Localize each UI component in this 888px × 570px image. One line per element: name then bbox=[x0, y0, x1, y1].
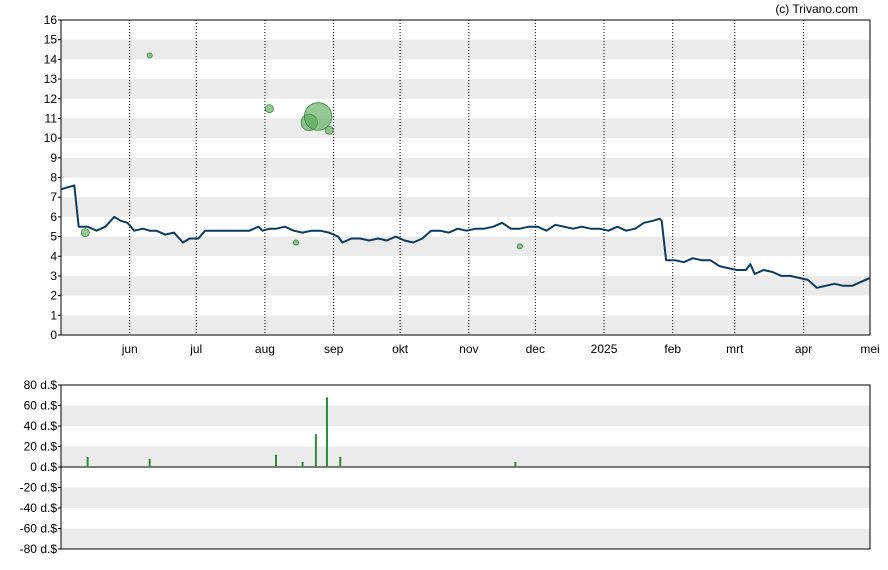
x-tick-label: 2025 bbox=[591, 342, 618, 356]
price-grid-band bbox=[61, 39, 870, 60]
price-grid-band bbox=[61, 197, 870, 217]
y-tick-label: 14 bbox=[44, 52, 58, 66]
x-tick-label: apr bbox=[795, 342, 812, 356]
y-tick-label: 1 bbox=[50, 308, 57, 322]
price-grid-band bbox=[61, 315, 870, 335]
y-tick-label: 16 bbox=[44, 13, 58, 27]
volume-bar bbox=[314, 434, 317, 467]
volume-y-tick-label: 0 d.$ bbox=[30, 460, 57, 474]
price-panel: jun jul aug sep okt nov dec 2025 feb mrt apr mei012… bbox=[44, 13, 880, 356]
insider-bubble bbox=[292, 239, 299, 246]
y-tick-label: 13 bbox=[44, 72, 58, 86]
y-tick-label: 10 bbox=[44, 131, 58, 145]
insider-bubble bbox=[264, 104, 274, 113]
volume-bar bbox=[339, 456, 342, 467]
insider-bubble bbox=[324, 125, 334, 135]
x-tick-label: mrt bbox=[726, 342, 744, 356]
y-tick-label: 5 bbox=[50, 230, 57, 244]
x-tick-label: jul bbox=[189, 342, 202, 356]
y-tick-label: 8 bbox=[50, 171, 57, 185]
y-tick-label: 6 bbox=[50, 210, 57, 224]
x-tick-label: dec bbox=[526, 342, 545, 356]
volume-bar bbox=[86, 456, 89, 467]
x-tick-label: feb bbox=[664, 342, 681, 356]
price-grid-band bbox=[61, 275, 870, 296]
x-tick-label: jun bbox=[121, 342, 138, 356]
volume-grid-band bbox=[61, 528, 870, 549]
price-grid-band bbox=[61, 79, 870, 99]
volume-y-tick-label: 20 d.$ bbox=[24, 440, 58, 454]
price-grid-band bbox=[61, 236, 870, 257]
volume-grid-band bbox=[61, 487, 870, 508]
insider-bubble bbox=[80, 228, 90, 238]
x-tick-label: nov bbox=[459, 342, 478, 356]
volume-bar bbox=[301, 461, 304, 467]
y-tick-label: 9 bbox=[50, 151, 57, 165]
chart-svg: jun jul aug sep okt nov dec 2025 feb mrt apr mei012… bbox=[20, 13, 880, 556]
volume-bar bbox=[274, 454, 277, 467]
x-tick-label: okt bbox=[392, 342, 409, 356]
x-tick-label: mei bbox=[860, 342, 879, 356]
price-grid-band bbox=[61, 118, 870, 139]
y-tick-label: 12 bbox=[44, 92, 58, 106]
volume-grid-band bbox=[61, 446, 870, 467]
insider-bubble bbox=[516, 243, 523, 250]
insider-chart: (c) Trivano.com jun jul aug sep okt nov dec 202… bbox=[0, 0, 888, 565]
volume-y-tick-label: -20 d.$ bbox=[20, 481, 58, 495]
volume-y-tick-label: 60 d.$ bbox=[24, 399, 58, 413]
volume-bar bbox=[325, 397, 328, 467]
volume-grid-band bbox=[61, 405, 870, 426]
volume-y-tick-label: -80 d.$ bbox=[20, 542, 58, 556]
y-tick-label: 7 bbox=[50, 190, 57, 204]
y-tick-label: 3 bbox=[50, 269, 57, 283]
copyright-text: (c) Trivano.com bbox=[775, 2, 858, 16]
y-tick-label: 0 bbox=[50, 328, 57, 342]
y-tick-label: 2 bbox=[50, 289, 57, 303]
price-grid-band bbox=[61, 157, 870, 178]
volume-y-tick-label: -60 d.$ bbox=[20, 522, 58, 536]
volume-y-tick-label: 80 d.$ bbox=[24, 378, 58, 392]
y-tick-label: 15 bbox=[44, 33, 58, 47]
volume-y-tick-label: -40 d.$ bbox=[20, 501, 58, 515]
volume-bar bbox=[148, 458, 151, 467]
x-tick-label: aug bbox=[255, 342, 275, 356]
x-tick-label: sep bbox=[324, 342, 344, 356]
insider-bubble bbox=[146, 52, 153, 59]
volume-y-tick-label: 40 d.$ bbox=[24, 419, 58, 433]
y-tick-label: 4 bbox=[50, 249, 57, 263]
y-tick-label: 11 bbox=[45, 111, 58, 125]
volume-bar bbox=[514, 461, 517, 467]
volume-panel: 80 d.$ 60 d.$ 40 d.$ 20 d.$ 0 d.$ -20 d.$ -40 … bbox=[20, 378, 871, 556]
